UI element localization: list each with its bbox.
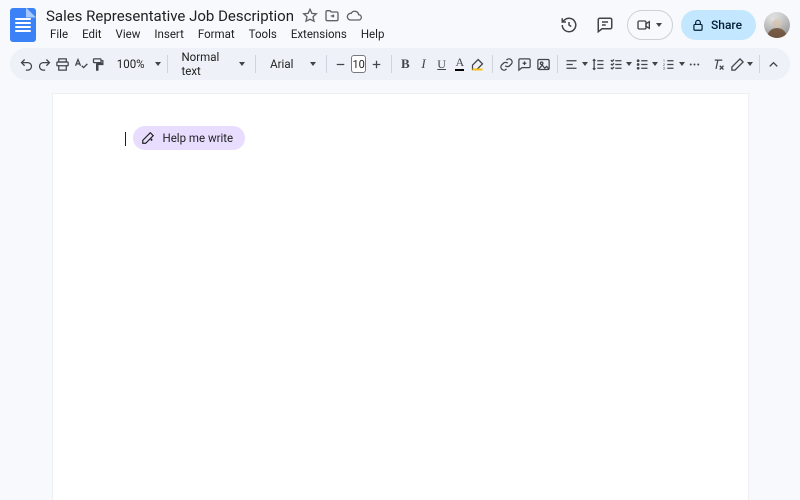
font-value: Arial	[270, 57, 293, 71]
menu-format[interactable]: Format	[192, 25, 241, 43]
share-label: Share	[711, 18, 742, 32]
paragraph-style-value: Normal text	[181, 50, 229, 78]
menu-view[interactable]: View	[110, 25, 147, 43]
caret-down-icon	[155, 62, 161, 66]
line-spacing-button[interactable]	[590, 52, 606, 76]
document-title[interactable]: Sales Representative Job Description	[44, 6, 296, 26]
menu-insert[interactable]: Insert	[148, 25, 189, 43]
font-select[interactable]: Arial	[262, 52, 320, 76]
underline-button[interactable]: U	[434, 52, 450, 76]
caret-down-icon	[656, 23, 662, 27]
paint-format-button[interactable]	[91, 52, 107, 76]
menu-extensions[interactable]: Extensions	[285, 25, 353, 43]
font-size-decrement[interactable]	[333, 52, 349, 76]
menu-edit[interactable]: Edit	[76, 25, 107, 43]
insert-comment-button[interactable]	[517, 52, 533, 76]
align-dropdown[interactable]	[582, 52, 588, 76]
caret-down-icon	[310, 62, 316, 66]
menu-bar: File Edit View Insert Format Tools Exten…	[44, 25, 547, 43]
zoom-select[interactable]: 100%	[109, 52, 161, 76]
insert-link-button[interactable]	[499, 52, 515, 76]
align-button[interactable]	[564, 52, 580, 76]
docs-logo-icon[interactable]	[10, 8, 36, 42]
pencil-sparkle-icon	[141, 131, 155, 145]
account-avatar[interactable]	[764, 12, 790, 38]
separator	[255, 55, 256, 73]
clear-formatting-button[interactable]	[711, 52, 727, 76]
text-color-button[interactable]: A	[452, 52, 468, 76]
bulleted-list-button[interactable]	[634, 52, 650, 76]
insert-image-button[interactable]	[535, 52, 551, 76]
menu-tools[interactable]: Tools	[243, 25, 283, 43]
editing-mode-button[interactable]	[729, 52, 745, 76]
bold-button[interactable]: B	[397, 52, 413, 76]
undo-button[interactable]	[18, 52, 34, 76]
help-me-write-label: Help me write	[163, 131, 234, 145]
collapse-toolbar-button[interactable]	[766, 52, 782, 76]
separator	[391, 55, 392, 73]
paragraph-style-select[interactable]: Normal text	[173, 52, 249, 76]
italic-button[interactable]: I	[415, 52, 431, 76]
bulleted-list-dropdown[interactable]	[652, 52, 658, 76]
caret-down-icon	[239, 62, 245, 66]
star-icon[interactable]	[302, 8, 318, 24]
help-me-write-chip[interactable]: Help me write	[133, 126, 246, 150]
separator	[167, 55, 168, 73]
print-button[interactable]	[54, 52, 70, 76]
toolbar: 100% Normal text Arial 10 B I U A 123	[10, 48, 790, 80]
numbered-list-dropdown[interactable]	[679, 52, 685, 76]
document-canvas[interactable]: Help me write	[0, 80, 800, 500]
svg-text:3: 3	[663, 66, 665, 70]
last-edit-icon[interactable]	[555, 11, 583, 39]
editing-mode-dropdown[interactable]	[747, 52, 753, 76]
cloud-status-icon[interactable]	[346, 8, 362, 24]
checklist-button[interactable]	[608, 52, 624, 76]
zoom-value: 100%	[117, 57, 145, 71]
meet-button[interactable]	[627, 10, 673, 40]
font-size-increment[interactable]	[368, 52, 384, 76]
menu-file[interactable]: File	[44, 25, 74, 43]
redo-button[interactable]	[36, 52, 52, 76]
menu-help[interactable]: Help	[355, 25, 391, 43]
checklist-dropdown[interactable]	[626, 52, 632, 76]
spellcheck-button[interactable]	[72, 52, 88, 76]
separator	[557, 55, 558, 73]
document-page[interactable]: Help me write	[53, 94, 748, 500]
more-options-button[interactable]	[687, 52, 703, 76]
separator	[759, 55, 760, 73]
separator	[326, 55, 327, 73]
numbered-list-button[interactable]: 123	[660, 52, 676, 76]
share-button[interactable]: Share	[681, 10, 756, 40]
separator	[492, 55, 493, 73]
highlight-color-button[interactable]	[470, 52, 486, 76]
font-size-input[interactable]: 10	[351, 55, 366, 73]
move-folder-icon[interactable]	[324, 8, 340, 24]
comments-icon[interactable]	[591, 11, 619, 39]
text-cursor	[125, 132, 126, 146]
